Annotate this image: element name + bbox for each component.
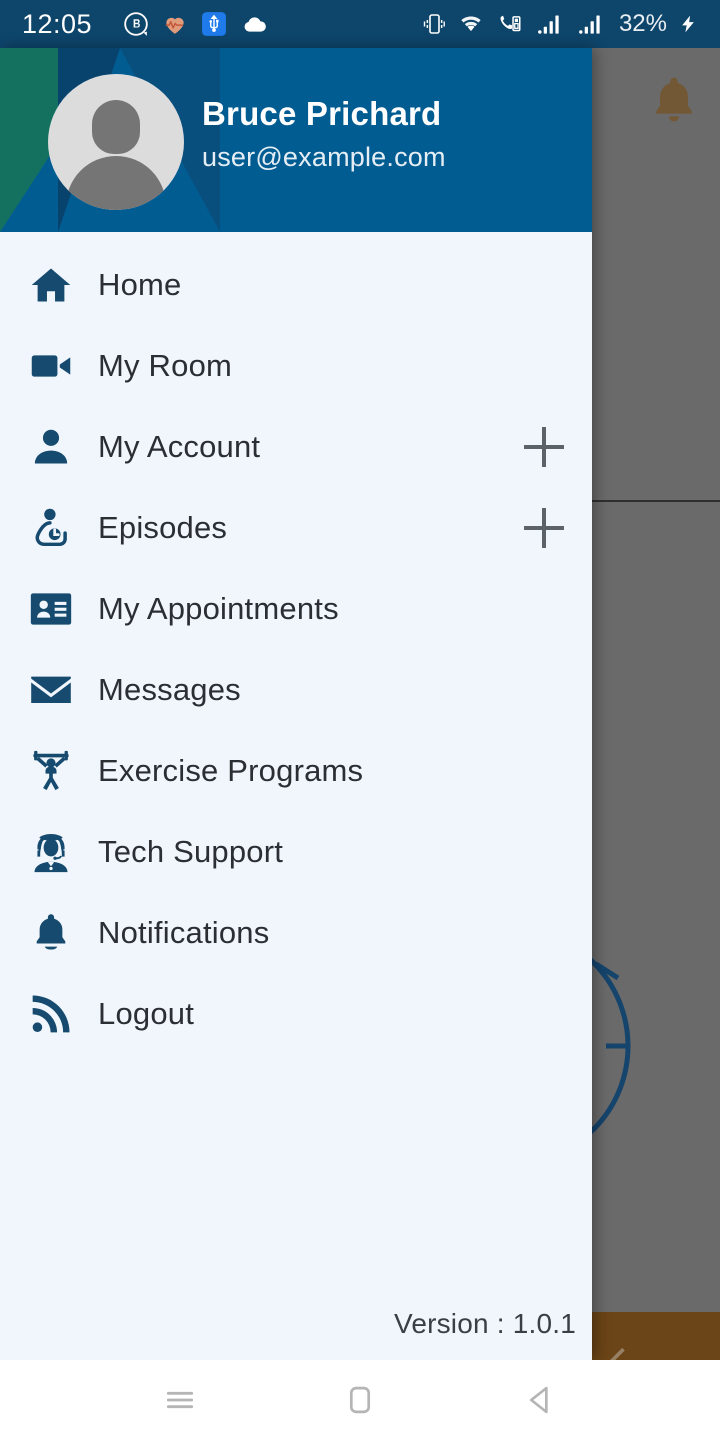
recents-icon[interactable] (145, 1365, 215, 1435)
expand-plus-icon-episodes[interactable] (524, 507, 564, 548)
status-bar-left: 12:05 (22, 9, 270, 40)
menu-item-my-room[interactable]: My Room (0, 325, 592, 406)
usb-icon (202, 12, 226, 36)
bell-icon (28, 911, 74, 955)
menu-item-messages[interactable]: Messages (0, 649, 592, 730)
vibrate-icon (423, 14, 445, 34)
id-card-icon (28, 589, 74, 629)
heart-rate-icon (165, 17, 184, 34)
bell-icon[interactable] (646, 72, 702, 135)
status-bar: 12:05 32% (0, 0, 720, 48)
menu-item-label: Tech Support (98, 833, 284, 869)
menu-item-label: Episodes (98, 509, 228, 545)
menu-item-episodes[interactable]: Episodes (0, 487, 592, 568)
phone-screen: 0 AM 12:05 (0, 0, 720, 1440)
menu-item-home[interactable]: Home (0, 244, 592, 325)
home-square-icon[interactable] (325, 1365, 395, 1435)
menu-item-exercise-programs[interactable]: Exercise Programs (0, 730, 592, 811)
patient-care-icon (28, 506, 74, 550)
home-icon (28, 263, 74, 307)
menu-item-logout[interactable]: Logout (0, 973, 592, 1054)
menu-item-notifications[interactable]: Notifications (0, 892, 592, 973)
headset-agent-icon (28, 830, 74, 874)
avatar[interactable] (48, 74, 184, 210)
back-triangle-icon[interactable] (505, 1365, 575, 1435)
version-label: Version : 1.0.1 (393, 1308, 576, 1339)
menu-item-my-account[interactable]: My Account (0, 406, 592, 487)
menu-item-label: Home (98, 266, 182, 302)
envelope-icon (28, 670, 74, 710)
menu-item-label: Exercise Programs (98, 752, 364, 788)
profile-info: Bruce Prichard user@example.com (202, 94, 446, 173)
menu-item-label: My Account (98, 428, 261, 464)
drawer-header: Bruce Prichard user@example.com (0, 48, 592, 232)
menu-item-label: Notifications (98, 914, 270, 950)
avatar-body (66, 156, 166, 210)
menu-item-label: Logout (98, 995, 195, 1031)
rss-signal-icon (28, 992, 74, 1036)
weightlifter-icon (28, 749, 74, 793)
avatar-head (92, 100, 140, 154)
menu-item-label: My Room (98, 347, 233, 383)
status-clock: 12:05 (22, 8, 93, 39)
menu-item-my-appointments[interactable]: My Appointments (0, 568, 592, 649)
android-nav-bar (0, 1360, 720, 1440)
status-bar-right: 32% (422, 10, 698, 38)
video-camera-icon (28, 344, 74, 388)
battery-percent-label: 32% (618, 10, 667, 37)
cloud-icon (244, 17, 266, 32)
drawer-menu: Home My Room My Account Episodes My Appo… (0, 232, 592, 1054)
bixby-icon (124, 12, 148, 36)
battery-charging-icon (682, 15, 694, 33)
user-icon (28, 425, 74, 469)
profile-name: Bruce Prichard (202, 95, 442, 132)
expand-plus-icon-my-account[interactable] (524, 426, 564, 467)
menu-item-label: My Appointments (98, 590, 339, 626)
signal-sim2-icon (579, 15, 600, 34)
wifi-icon (461, 16, 481, 32)
menu-item-tech-support[interactable]: Tech Support (0, 811, 592, 892)
signal-sim1-icon (538, 15, 559, 34)
profile-email: user@example.com (202, 141, 446, 172)
navigation-drawer[interactable]: Bruce Prichard user@example.com Home My … (0, 48, 592, 1360)
wifi-calling-icon (500, 15, 521, 32)
menu-item-label: Messages (98, 671, 241, 707)
